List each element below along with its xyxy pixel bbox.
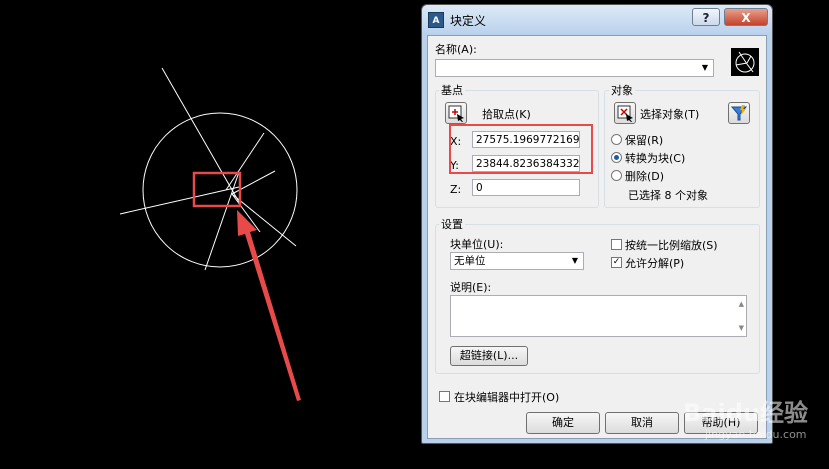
- allow-explode-label[interactable]: 允许分解(P): [625, 255, 684, 271]
- description-label: 说明(E):: [450, 281, 492, 294]
- autocad-app-icon: A: [428, 12, 444, 28]
- chevron-down-icon[interactable]: ▼: [569, 254, 581, 268]
- dialog-title: 块定义: [450, 14, 487, 28]
- pick-point-button[interactable]: [445, 102, 467, 124]
- open-in-block-editor-label[interactable]: 在块编辑器中打开(O): [454, 389, 559, 405]
- scroll-up-icon[interactable]: ▲: [739, 297, 744, 311]
- open-in-block-editor-checkbox[interactable]: [439, 391, 450, 402]
- scroll-down-icon[interactable]: ▼: [739, 321, 744, 335]
- block-unit-value: 无单位: [454, 255, 486, 267]
- pick-point-icon: [448, 105, 464, 122]
- basepoint-group-title: 基点: [439, 82, 465, 98]
- quick-select-button[interactable]: [728, 102, 750, 124]
- annotation-coordinates-box: [449, 124, 593, 174]
- radio-convert-to-block-label[interactable]: 转换为块(C): [625, 150, 685, 166]
- titlebar-close-button[interactable]: X: [724, 8, 768, 26]
- drawing-line: [119, 186, 240, 215]
- titlebar-help-button[interactable]: ?: [692, 8, 720, 26]
- block-preview: [731, 48, 759, 76]
- hyperlink-button[interactable]: 超链接(L)...: [450, 346, 528, 366]
- block-unit-dropdown[interactable]: 无单位 ▼: [450, 252, 584, 270]
- select-objects-label[interactable]: 选择对象(T): [640, 106, 699, 122]
- radio-delete[interactable]: [611, 170, 622, 181]
- scale-uniformly-label[interactable]: 按统一比例缩放(S): [625, 237, 718, 253]
- baidu-watermark: Baidu经验: [683, 399, 808, 427]
- radio-convert-to-block[interactable]: [611, 152, 622, 163]
- dialog-titlebar[interactable]: A 块定义 ? X: [422, 5, 772, 33]
- pick-point-label[interactable]: 拾取点(K): [482, 106, 531, 122]
- quick-select-filter-icon: [730, 105, 748, 121]
- z-coordinate-field[interactable]: 0: [472, 179, 580, 196]
- dialog-body: 名称(A): ▼ 基点 拾取点(K) X: 27575.1969772169 Y…: [427, 35, 767, 439]
- ok-button[interactable]: 确定: [526, 412, 600, 434]
- name-label: 名称(A):: [435, 43, 477, 56]
- drawing-line: [225, 132, 265, 191]
- block-unit-label: 块单位(U):: [450, 238, 504, 251]
- drawing-line: [161, 67, 240, 203]
- cancel-button[interactable]: 取消: [605, 412, 679, 434]
- scale-uniformly-checkbox[interactable]: [611, 239, 622, 250]
- radio-retain[interactable]: [611, 134, 622, 145]
- description-textarea[interactable]: ▲ ▼: [450, 295, 747, 337]
- drawing-line: [204, 171, 240, 271]
- select-objects-button[interactable]: [614, 102, 636, 124]
- select-objects-icon: [617, 105, 633, 122]
- name-combobox[interactable]: ▼: [435, 59, 714, 77]
- chevron-down-icon[interactable]: ▼: [699, 61, 711, 75]
- annotation-arrow: [237, 210, 301, 401]
- z-label: Z:: [450, 183, 462, 196]
- radio-retain-label[interactable]: 保留(R): [625, 132, 663, 148]
- radio-delete-label[interactable]: 删除(D): [625, 168, 664, 184]
- selected-count-text: 已选择 8 个对象: [628, 189, 708, 202]
- objects-group-title: 对象: [609, 82, 635, 98]
- settings-group-title: 设置: [439, 216, 465, 232]
- drawing-geometry: [119, 67, 298, 271]
- allow-explode-checkbox[interactable]: ✓: [611, 257, 622, 268]
- block-definition-dialog: A 块定义 ? X 名称(A): ▼ 基点 拾取点(K) X: 27575.19…: [421, 4, 773, 444]
- watermark-url: jingyan.baidu.com: [705, 428, 807, 441]
- block-preview-icon: [735, 51, 755, 73]
- drawing-circle: [142, 112, 298, 268]
